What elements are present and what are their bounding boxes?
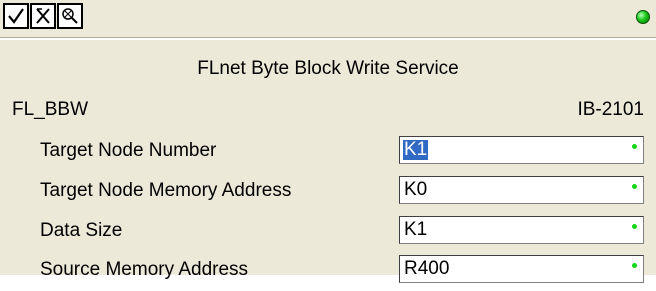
cancel-x-icon [36, 8, 50, 24]
data-size-field[interactable]: K1 [399, 216, 644, 244]
help-button[interactable] [57, 3, 83, 29]
data-size-label: Data Size [40, 220, 123, 241]
valid-indicator-icon [632, 144, 637, 149]
target-node-memory-address-label: Target Node Memory Address [40, 180, 292, 201]
help-icon [62, 8, 78, 24]
target-node-memory-address-value: K0 [404, 179, 428, 200]
checkmark-icon [8, 8, 24, 24]
cancel-button[interactable] [30, 3, 56, 29]
service-title: FLnet Byte Block Write Service [197, 58, 459, 79]
source-memory-address-value: R400 [404, 258, 450, 279]
target-node-memory-address-field[interactable]: K0 [399, 176, 644, 204]
target-node-number-label: Target Node Number [40, 140, 217, 161]
divider [0, 37, 656, 40]
instruction-code: IB-2101 [577, 99, 644, 120]
target-node-number-field[interactable]: K1 [399, 136, 644, 164]
valid-indicator-icon [632, 184, 637, 189]
source-memory-address-label: Source Memory Address [40, 259, 249, 280]
valid-indicator-icon [632, 224, 637, 229]
instruction-name: FL_BBW [12, 99, 89, 120]
accept-button[interactable] [3, 3, 29, 29]
toolbar [3, 3, 84, 33]
instruction-dialog: FLnet Byte Block Write Service FL_BBW IB… [0, 0, 656, 283]
status-led-icon [636, 10, 650, 24]
source-memory-address-field[interactable]: R400 [399, 255, 644, 283]
target-node-number-value: K1 [403, 139, 429, 160]
valid-indicator-icon [632, 263, 637, 268]
data-size-value: K1 [404, 219, 428, 240]
